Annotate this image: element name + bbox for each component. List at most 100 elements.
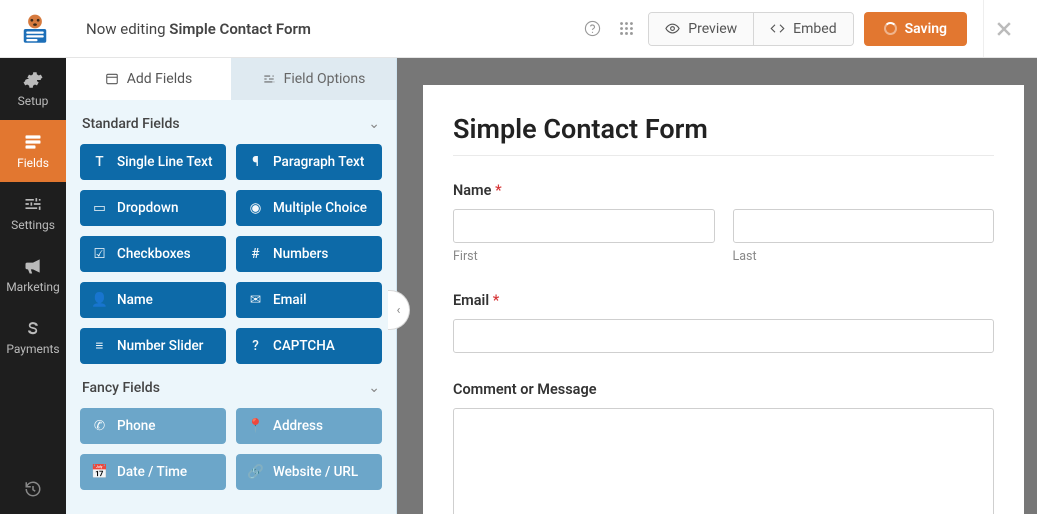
field-chip-dropdown[interactable]: ▭ Dropdown xyxy=(80,190,226,226)
form-title: Simple Contact Form xyxy=(453,113,994,145)
required-asterisk: * xyxy=(493,292,500,309)
close-icon xyxy=(994,19,1014,39)
sliders-icon xyxy=(23,194,43,214)
tab-label: Field Options xyxy=(284,71,366,87)
fields-panel: Add Fields Field Options Standard Fields… xyxy=(66,58,397,514)
history-button[interactable] xyxy=(0,464,66,514)
main-sidebar: Setup Fields Settings Marketing Payments xyxy=(0,58,66,514)
captcha-icon: ? xyxy=(248,338,263,354)
spinner-icon xyxy=(884,22,897,35)
field-chip-name[interactable]: 👤 Name xyxy=(80,282,226,318)
comment-textarea[interactable] xyxy=(453,408,994,514)
field-chip-website-url[interactable]: 🔗 Website / URL xyxy=(236,454,382,490)
section-standard-fields[interactable]: Standard Fields ⌄ xyxy=(80,100,382,144)
slider-icon: ≡ xyxy=(92,338,107,354)
save-button[interactable]: Saving xyxy=(864,12,967,46)
tab-add-fields[interactable]: Add Fields xyxy=(66,58,231,100)
sidebar-label: Fields xyxy=(17,156,49,170)
field-chip-date-time[interactable]: 📅Date / Time xyxy=(80,454,226,490)
embed-label: Embed xyxy=(793,21,836,37)
sidebar-label: Setup xyxy=(18,94,49,108)
close-button[interactable] xyxy=(983,0,1023,57)
field-chip-paragraph-text[interactable]: ¶ Paragraph Text xyxy=(236,144,382,180)
embed-button[interactable]: Embed xyxy=(753,13,852,45)
field-chip-multiple-choice[interactable]: ◉ Multiple Choice xyxy=(236,190,382,226)
tab-label: Add Fields xyxy=(127,71,193,87)
chip-label: Email xyxy=(273,292,307,308)
help-icon[interactable] xyxy=(580,17,604,41)
name-first-input[interactable] xyxy=(453,209,715,243)
sliders-icon xyxy=(262,72,276,86)
sublabel-first: First xyxy=(453,249,715,264)
calendar-icon: 📅 xyxy=(92,464,107,480)
mail-icon: ✉ xyxy=(248,292,263,308)
code-icon xyxy=(770,21,785,36)
phone-icon: ✆ xyxy=(92,418,107,434)
now-editing-prefix: Now editing xyxy=(86,20,169,38)
form-name: Simple Contact Form xyxy=(169,20,311,38)
form-icon xyxy=(23,132,43,152)
field-chip-phone[interactable]: ✆ Phone xyxy=(80,408,226,444)
divider xyxy=(453,155,994,156)
now-editing-label: Now editing Simple Contact Form xyxy=(86,20,311,38)
name-last-input[interactable] xyxy=(733,209,995,243)
field-chip-address[interactable]: 📍Address xyxy=(236,408,382,444)
sidebar-item-fields[interactable]: Fields xyxy=(0,120,66,182)
megaphone-icon xyxy=(23,256,43,276)
field-email[interactable]: Email * xyxy=(453,292,994,353)
apps-grid-icon[interactable] xyxy=(614,17,638,41)
chip-label: Website / URL xyxy=(273,464,358,480)
field-chip-numbers[interactable]: # Numbers xyxy=(236,236,382,272)
text-icon: T xyxy=(92,154,107,170)
check-icon: ☑ xyxy=(92,246,107,262)
sidebar-item-settings[interactable]: Settings xyxy=(0,182,66,244)
section-title: Standard Fields xyxy=(82,116,180,132)
save-label: Saving xyxy=(905,21,947,37)
sublabel-last: Last xyxy=(733,249,995,264)
email-input[interactable] xyxy=(453,319,994,353)
field-chip-single-line-text[interactable]: T Single Line Text xyxy=(80,144,226,180)
form-preview: Simple Contact Form Name * First Last Em… xyxy=(423,85,1024,514)
link-icon: 🔗 xyxy=(248,464,263,480)
sidebar-item-marketing[interactable]: Marketing xyxy=(0,244,66,306)
chip-label: Dropdown xyxy=(117,200,178,216)
chip-label: Multiple Choice xyxy=(273,200,367,216)
chip-label: Phone xyxy=(117,418,156,434)
chip-label: Paragraph Text xyxy=(273,154,364,170)
preview-label: Preview xyxy=(688,21,737,37)
field-comment[interactable]: Comment or Message xyxy=(453,381,994,514)
top-bar: Now editing Simple Contact Form Preview … xyxy=(0,0,1037,58)
field-chip-checkboxes[interactable]: ☑Checkboxes xyxy=(80,236,226,272)
sidebar-label: Payments xyxy=(6,342,59,356)
field-chip-email[interactable]: ✉ Email xyxy=(236,282,382,318)
person-icon: 👤 xyxy=(92,292,107,308)
chevron-left-icon: ‹ xyxy=(397,303,401,318)
chip-label: Numbers xyxy=(273,246,328,262)
preview-embed-group: Preview Embed xyxy=(648,12,853,46)
sidebar-item-setup[interactable]: Setup xyxy=(0,58,66,120)
eye-icon xyxy=(665,21,680,36)
dollar-icon xyxy=(23,318,43,338)
chip-label: Address xyxy=(273,418,323,434)
wpforms-logo xyxy=(14,8,56,50)
field-label: Email * xyxy=(453,292,994,309)
field-name[interactable]: Name * First Last xyxy=(453,182,994,264)
field-chip-number-slider[interactable]: ≡ Number Slider xyxy=(80,328,226,364)
chip-label: Number Slider xyxy=(117,338,203,354)
sidebar-item-payments[interactable]: Payments xyxy=(0,306,66,368)
list-icon xyxy=(105,72,119,86)
field-label: Comment or Message xyxy=(453,381,994,398)
chevron-down-icon: ⌄ xyxy=(368,116,380,132)
sidebar-label: Settings xyxy=(11,218,55,232)
section-fancy-fields[interactable]: Fancy Fields ⌄ xyxy=(80,364,382,408)
chip-label: Single Line Text xyxy=(117,154,212,170)
chip-label: Name xyxy=(117,292,153,308)
history-icon xyxy=(24,480,42,498)
tab-field-options[interactable]: Field Options xyxy=(231,58,396,100)
paragraph-icon: ¶ xyxy=(248,154,263,170)
hash-icon: # xyxy=(248,246,263,262)
field-chip-captcha[interactable]: ?CAPTCHA xyxy=(236,328,382,364)
preview-button[interactable]: Preview xyxy=(649,13,753,45)
dropdown-icon: ▭ xyxy=(92,200,107,216)
radio-icon: ◉ xyxy=(248,200,263,216)
